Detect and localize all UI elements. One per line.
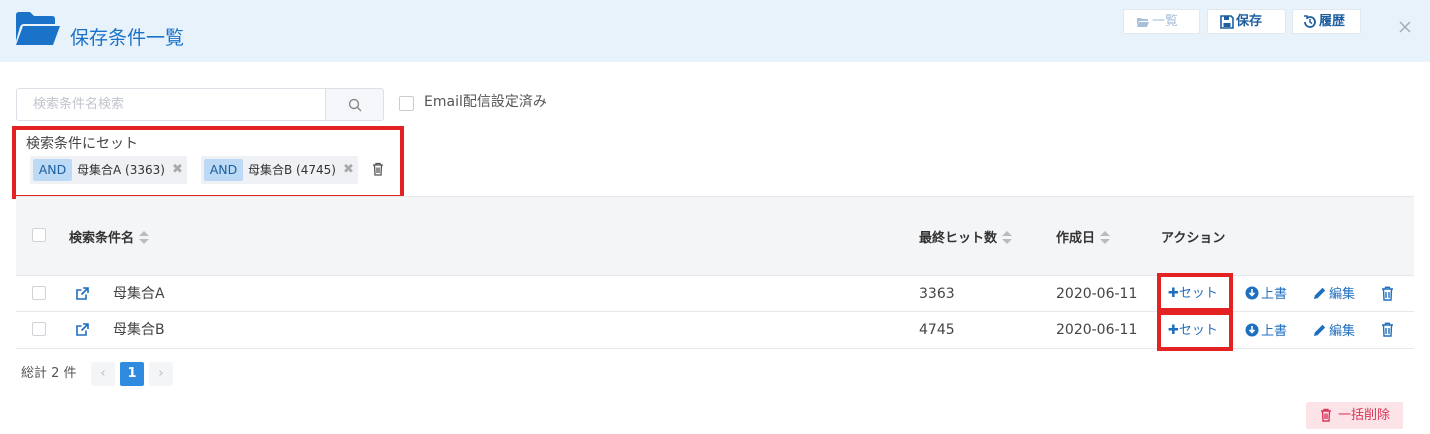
edit-button-label: 編集 <box>1329 324 1356 339</box>
row-hits: 3363 <box>919 286 955 302</box>
sort-icon[interactable] <box>139 231 150 245</box>
and-operator-toggle[interactable]: AND <box>204 159 243 181</box>
edit-button[interactable]: 編集 <box>1313 323 1355 340</box>
remove-tag-icon[interactable]: ✖ <box>343 156 354 184</box>
pencil-icon <box>1314 287 1326 299</box>
trash-icon <box>1321 408 1331 422</box>
history-button[interactable]: 履歴 <box>1292 9 1361 34</box>
plus-icon: ✚ <box>1168 286 1179 301</box>
folder-open-icon <box>16 12 60 45</box>
column-name-label: 検索条件名 <box>69 231 135 246</box>
bulk-delete-button[interactable]: 一括削除 <box>1306 402 1403 429</box>
overwrite-button[interactable]: 上書 <box>1245 323 1287 340</box>
pencil-icon <box>1314 324 1326 336</box>
delete-trash-icon[interactable] <box>1381 322 1394 337</box>
column-header-hits[interactable]: 最終ヒット数 <box>919 231 1013 247</box>
column-header-created[interactable]: 作成日 <box>1056 231 1111 247</box>
set-button-label: セット <box>1178 286 1218 301</box>
set-panel-label: 検索条件にセット <box>26 136 138 152</box>
column-header-name[interactable]: 検索条件名 <box>69 231 150 247</box>
and-operator-toggle[interactable]: AND <box>33 159 72 181</box>
condition-tag-text: 母集合B (4745) <box>248 163 336 177</box>
row-created: 2020-06-11 <box>1056 286 1138 302</box>
condition-tag: AND 母集合B (4745) ✖ <box>201 156 358 184</box>
prev-page-button[interactable]: ‹ <box>91 362 115 386</box>
overwrite-button-label: 上書 <box>1261 287 1288 302</box>
external-link-icon[interactable] <box>76 323 89 336</box>
overwrite-button[interactable]: 上書 <box>1245 286 1287 303</box>
row-checkbox[interactable] <box>32 322 46 336</box>
list-button-label: 一覧 <box>1152 14 1179 29</box>
close-icon[interactable] <box>1397 19 1413 35</box>
remove-tag-icon[interactable]: ✖ <box>172 156 183 184</box>
history-icon <box>1304 15 1316 28</box>
plus-icon: ✚ <box>1168 323 1179 338</box>
chevron-left-icon: ‹ <box>100 366 106 381</box>
row-checkbox[interactable] <box>32 286 46 300</box>
list-button[interactable]: 一覧 <box>1123 9 1200 34</box>
bulk-delete-label: 一括削除 <box>1338 408 1391 423</box>
email-filter-checkbox[interactable] <box>399 96 414 111</box>
folder-open-icon <box>1137 18 1149 27</box>
condition-tag: AND 母集合A (3363) ✖ <box>30 156 187 184</box>
sort-icon[interactable] <box>1002 231 1013 245</box>
set-button[interactable]: ✚セット <box>1168 286 1218 302</box>
page-title: 保存条件一覧 <box>70 27 185 49</box>
download-circle-icon <box>1245 286 1259 300</box>
row-name: 母集合A <box>113 286 165 302</box>
column-hits-label: 最終ヒット数 <box>919 231 998 246</box>
chevron-right-icon: › <box>158 366 164 381</box>
floppy-disk-icon <box>1220 15 1234 29</box>
row-name: 母集合B <box>113 322 165 338</box>
condition-tag-text: 母集合A (3363) <box>77 163 165 177</box>
search-input[interactable]: 検索条件名検索 <box>16 88 326 121</box>
email-filter-label: Email配信設定済み <box>424 94 547 110</box>
history-button-label: 履歴 <box>1319 14 1346 29</box>
page-button[interactable]: 1 <box>120 362 144 386</box>
save-button-label: 保存 <box>1236 14 1263 29</box>
column-created-label: 作成日 <box>1056 231 1096 246</box>
download-circle-icon <box>1245 323 1259 337</box>
column-header-action: アクション <box>1161 231 1226 246</box>
next-page-button[interactable]: › <box>149 362 173 386</box>
row-hits: 4745 <box>919 322 955 338</box>
set-button[interactable]: ✚セット <box>1168 323 1218 339</box>
row-created: 2020-06-11 <box>1056 322 1138 338</box>
search-button[interactable] <box>325 88 384 121</box>
external-link-icon[interactable] <box>76 287 89 300</box>
delete-trash-icon[interactable] <box>1381 286 1394 301</box>
select-all-checkbox[interactable] <box>32 228 46 242</box>
sort-icon[interactable] <box>1100 231 1111 245</box>
search-icon <box>348 98 362 112</box>
save-button[interactable]: 保存 <box>1207 9 1286 34</box>
total-count: 総計 2 件 <box>21 366 77 381</box>
overwrite-button-label: 上書 <box>1261 324 1288 339</box>
edit-button-label: 編集 <box>1329 287 1356 302</box>
edit-button[interactable]: 編集 <box>1313 286 1355 303</box>
clear-all-trash-icon[interactable] <box>372 162 384 176</box>
set-button-label: セット <box>1178 323 1218 338</box>
